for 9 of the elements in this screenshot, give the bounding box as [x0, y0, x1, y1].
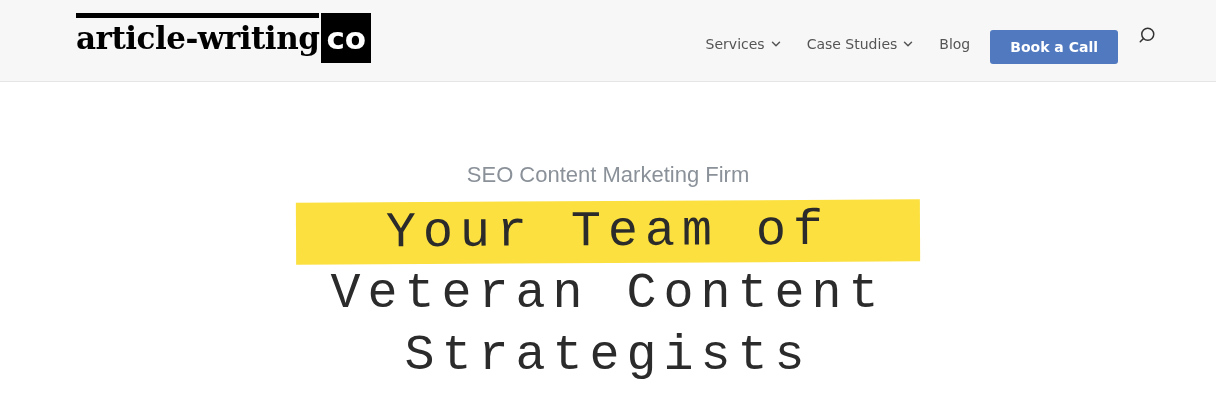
eyebrow-text: SEO Content Marketing Firm: [466, 161, 750, 189]
nav-link[interactable]: Blog: [939, 33, 971, 55]
book-call-button[interactable]: Book a Call: [990, 30, 1118, 64]
heading-line: Strategists: [404, 326, 812, 386]
logo[interactable]: article-writing co: [76, 13, 372, 63]
nav-dropdown[interactable]: Case Studies: [806, 33, 916, 55]
heading-line: Veteran Content: [330, 264, 886, 324]
search-icon[interactable]: [1138, 26, 1156, 44]
nav-dropdown[interactable]: Services: [705, 33, 783, 55]
